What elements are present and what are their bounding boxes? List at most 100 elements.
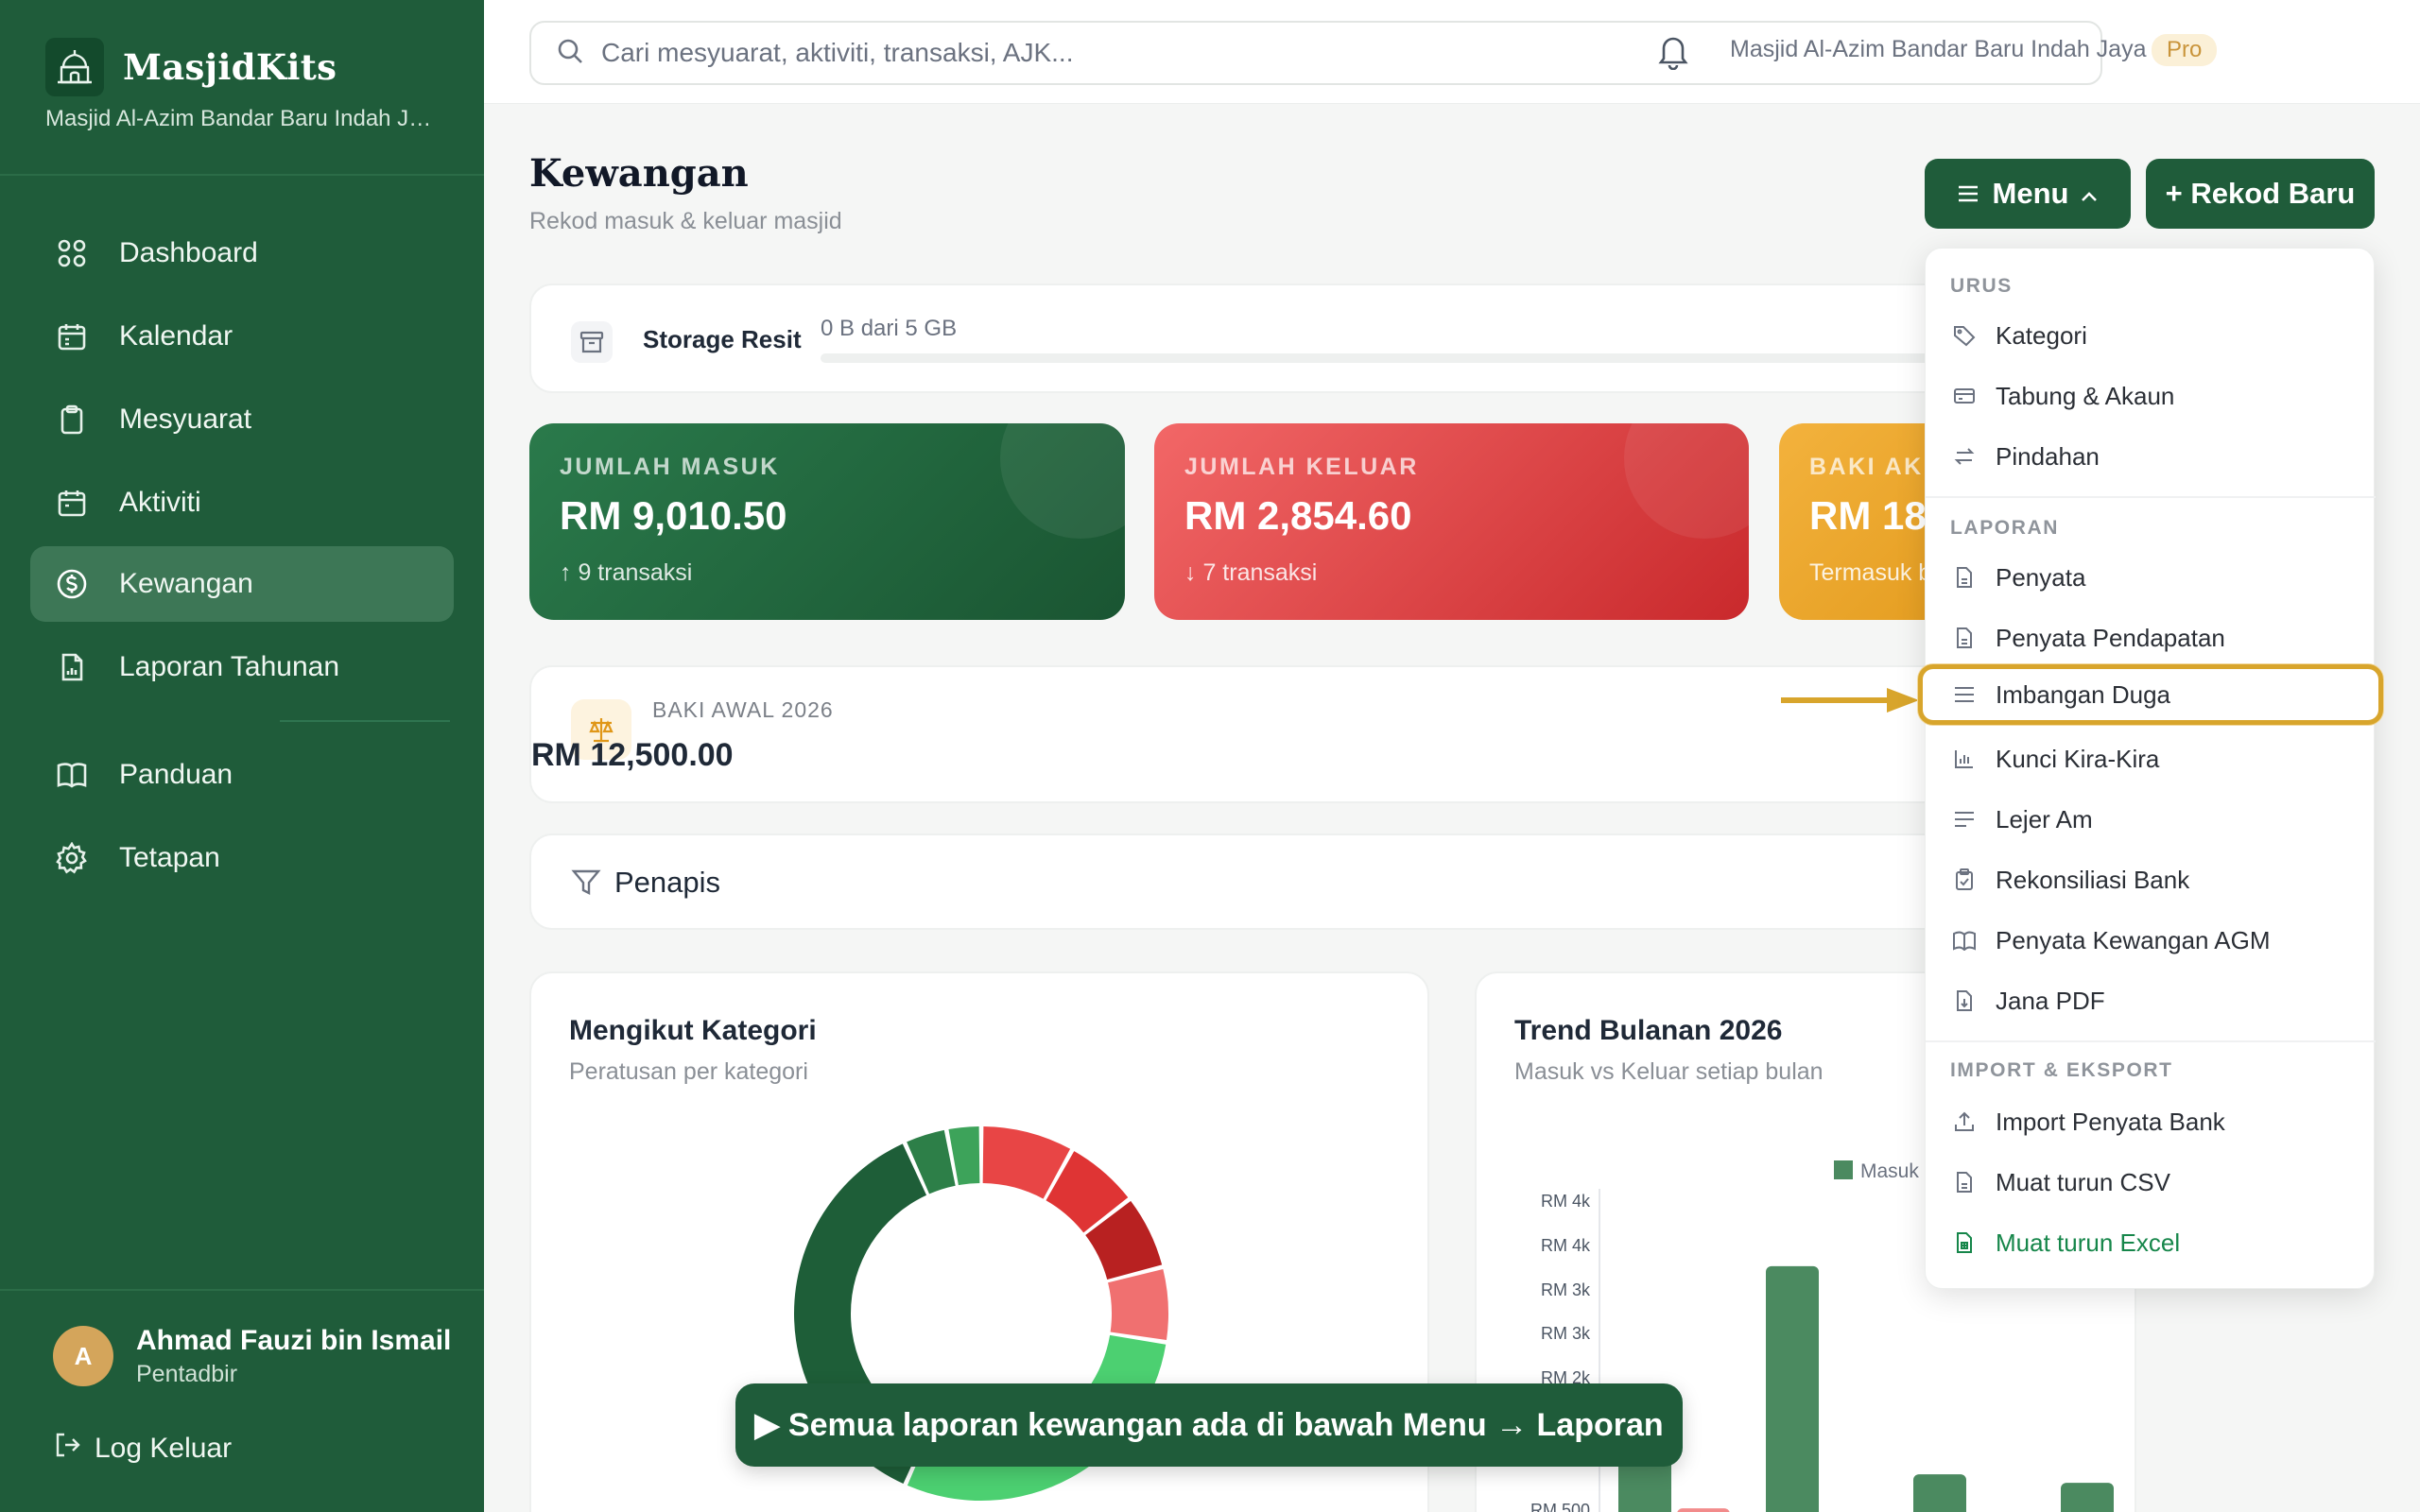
menu-item-lejer-am[interactable]: Lejer Am <box>1926 789 2376 850</box>
transfer-icon <box>1950 442 1979 471</box>
menu-item-kategori[interactable]: Kategori <box>1926 305 2376 366</box>
bar-masuk-3 <box>2061 1483 2114 1512</box>
opening-balance-card: BAKI AWAL 2026 RM 12,500.00 <box>529 665 1947 803</box>
filter-card[interactable]: Penapis <box>529 833 1947 930</box>
balance-value: RM 18 <box>1809 493 1927 538</box>
menu-item-label: Muat turun Excel <box>1996 1228 2181 1257</box>
sidebar-item-label: Kalendar <box>119 320 233 352</box>
sidebar-item-label: Tetapan <box>119 842 220 873</box>
menu-item-rekonsiliasi-bank[interactable]: Rekonsiliasi Bank <box>1926 850 2376 910</box>
arrow-down-icon: ↓ <box>1184 559 1203 586</box>
menu-item-label: Tabung & Akaun <box>1996 381 2175 410</box>
document-icon <box>1950 563 1979 592</box>
storage-label: Storage Resit <box>643 325 802 353</box>
section-heading-laporan: LAPORAN <box>1950 517 2060 539</box>
wallet-icon <box>1950 382 1979 410</box>
sidebar-item-aktiviti[interactable]: Aktiviti <box>30 465 454 541</box>
menu-item-label: Muat turun CSV <box>1996 1167 2170 1196</box>
sidebar-item-dashboard[interactable]: Dashboard <box>30 215 454 291</box>
menu-divider <box>1926 1040 2376 1042</box>
menu-item-imbangan-duga[interactable]: Imbangan Duga <box>1918 664 2383 725</box>
menu-item-label: Kategori <box>1996 320 2087 350</box>
book-icon <box>1950 926 1979 954</box>
menu-item-penyata-kewangan-agm[interactable]: Penyata Kewangan AGM <box>1926 910 2376 971</box>
user-name: Ahmad Fauzi bin Ismail <box>136 1325 452 1356</box>
menu-item-pindahan[interactable]: Pindahan <box>1926 426 2376 487</box>
expense-sub-text: 7 transaksi <box>1202 559 1318 586</box>
dollar-circle-icon <box>53 565 91 603</box>
document-icon <box>1950 1168 1979 1196</box>
arrow-up-icon: ↑ <box>560 559 579 586</box>
legend-label-masuk: Masuk <box>1860 1160 1919 1182</box>
income-sub: ↑ 9 transaksi <box>560 559 692 587</box>
hamburger-icon <box>1957 177 1979 211</box>
download-doc-icon <box>1950 987 1979 1015</box>
sidebar-item-label: Dashboard <box>119 237 258 268</box>
sidebar-item-mesyuarat[interactable]: Mesyuarat <box>30 382 454 457</box>
sidebar-item-laporan-tahunan[interactable]: Laporan Tahunan <box>30 629 454 705</box>
logout-button[interactable]: Log Keluar <box>53 1431 232 1467</box>
menu-item-import-penyata-bank[interactable]: Import Penyata Bank <box>1926 1091 2376 1152</box>
menu-item-penyata[interactable]: Penyata <box>1926 547 2376 608</box>
menu-item-label: Rekonsiliasi Bank <box>1996 865 2190 894</box>
page-title: Kewangan <box>529 151 749 196</box>
chevron-up-icon <box>2080 177 2099 211</box>
menu-item-tabung-akaun[interactable]: Tabung & Akaun <box>1926 366 2376 426</box>
menu-item-muat-turun-csv[interactable]: Muat turun CSV <box>1926 1152 2376 1212</box>
bar-masuk-2 <box>1913 1474 1966 1512</box>
menu-item-jana-pdf[interactable]: Jana PDF <box>1926 971 2376 1031</box>
brand[interactable]: MasjidKits <box>45 38 337 96</box>
sidebar-item-kewangan[interactable]: Kewangan <box>30 546 454 622</box>
donut-slice-3 <box>1108 1268 1168 1341</box>
sidebar-item-tetapan[interactable]: Tetapan <box>30 820 454 896</box>
category-chart-title: Mengikut Kategori <box>569 1015 817 1046</box>
expense-sub: ↓ 7 transaksi <box>1184 559 1317 587</box>
plan-badge: Pro <box>2152 34 2218 66</box>
menu-divider <box>1926 496 2376 498</box>
storage-progress <box>821 353 1955 363</box>
search-icon <box>556 37 584 70</box>
category-chart-subtitle: Peratusan per kategori <box>569 1058 808 1085</box>
logout-icon <box>53 1431 81 1467</box>
y-tick-label: RM 500 <box>1530 1501 1590 1512</box>
avatar[interactable]: A <box>53 1326 113 1386</box>
grid-icon <box>53 234 91 272</box>
bell-icon[interactable] <box>1656 32 1690 75</box>
lines-icon <box>1950 680 1979 709</box>
new-record-button[interactable]: + Rekod Baru <box>2146 159 2375 229</box>
menu-item-kunci-kira-kira[interactable]: Kunci Kira-Kira <box>1926 729 2376 789</box>
bar-keluar-0 <box>1677 1508 1730 1512</box>
tag-icon <box>1950 321 1979 350</box>
tip-banner: ▶ Semua laporan kewangan ada di bawah Me… <box>735 1383 1683 1467</box>
sidebar-item-panduan[interactable]: Panduan <box>30 737 454 813</box>
menu-item-penyata-pendapatan[interactable]: Penyata Pendapatan <box>1926 608 2376 668</box>
menu-item-muat-turun-excel[interactable]: Muat turun Excel <box>1926 1212 2376 1273</box>
menu-button-label: Menu <box>1992 177 2069 210</box>
filter-label: Penapis <box>614 866 721 899</box>
menu-item-label: Pindahan <box>1996 441 2100 471</box>
y-tick-label: RM 4k <box>1541 1236 1591 1255</box>
sidebar-item-label: Panduan <box>119 759 233 790</box>
mosque-logo-icon <box>45 38 104 96</box>
opening-balance-label: BAKI AWAL 2026 <box>652 697 834 722</box>
sidebar-divider <box>0 174 484 176</box>
trend-chart-subtitle: Masuk vs Keluar setiap bulan <box>1514 1058 1824 1085</box>
menu-item-label: Jana PDF <box>1996 986 2105 1015</box>
sidebar: MasjidKits Masjid Al-Azim Bandar Baru In… <box>0 0 484 1512</box>
sidebar-item-kalendar[interactable]: Kalendar <box>30 299 454 374</box>
menu-button[interactable]: Menu <box>1925 159 2131 229</box>
expense-card: JUMLAH KELUAR RM 2,854.60 ↓ 7 transaksi <box>1154 423 1749 620</box>
highlight-arrow <box>1781 688 1919 713</box>
menu-dropdown: URUS Kategori Tabung & Akaun Pindahan LA… <box>1918 248 2383 1289</box>
gear-icon <box>53 839 91 877</box>
calendar-icon <box>53 318 91 355</box>
bar-masuk-1 <box>1766 1265 1819 1512</box>
archive-icon <box>571 321 613 363</box>
menu-item-label: Import Penyata Bank <box>1996 1107 2225 1136</box>
sidebar-item-label: Aktiviti <box>119 487 201 518</box>
menu-item-label: Kunci Kira-Kira <box>1996 744 2160 773</box>
calendar-icon <box>53 484 91 522</box>
clipboard-icon <box>53 401 91 438</box>
upload-icon <box>1950 1108 1979 1136</box>
income-sub-text: 9 transaksi <box>578 559 693 586</box>
